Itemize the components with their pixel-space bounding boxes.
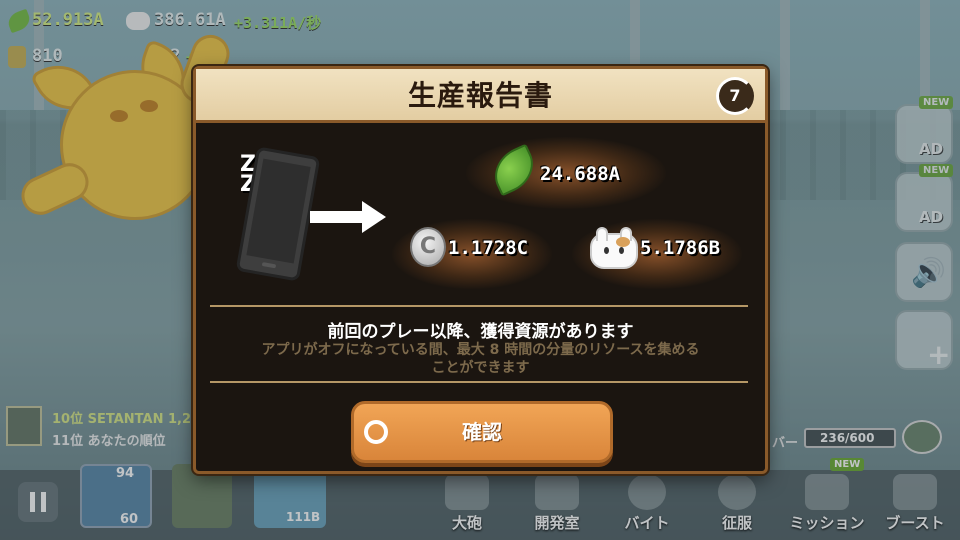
report-subtext-line1: アプリがオフになっている間、最大 8 時間の分量のリソースを集める xyxy=(261,342,700,358)
cat-eye xyxy=(619,247,624,254)
countdown-timer: 7 xyxy=(716,77,754,115)
coin-icon: C xyxy=(410,227,446,267)
confirm-label: 確認 xyxy=(462,420,502,444)
divider xyxy=(210,381,748,383)
report-subtext-line2: ことができます xyxy=(431,360,530,376)
cat-reward-value: 5.1786B xyxy=(640,237,721,259)
report-message: 前回のプレー以降、獲得資源があります xyxy=(327,322,634,342)
cat-ear xyxy=(596,227,608,241)
phone-home-button xyxy=(261,262,277,269)
phone-screen xyxy=(246,158,311,264)
leaf-reward-value: 24.688A xyxy=(540,163,621,185)
coin-reward-value: 1.1728C xyxy=(448,237,529,259)
divider xyxy=(210,305,748,307)
cat-eye xyxy=(604,247,609,254)
dialog-header: 生産報告書 7 xyxy=(196,69,765,123)
dialog-title: 生産報告書 xyxy=(407,79,553,112)
confirm-button[interactable]: 確認 xyxy=(351,401,613,463)
production-report-dialog: 生産報告書 7 Z Z Z 24.688A C 1.1728C 5.1786B … xyxy=(193,66,768,474)
cat-patch xyxy=(616,237,630,247)
arrow-right-icon xyxy=(362,201,386,233)
cat-icon xyxy=(590,227,638,269)
arrow-shaft xyxy=(310,211,362,223)
